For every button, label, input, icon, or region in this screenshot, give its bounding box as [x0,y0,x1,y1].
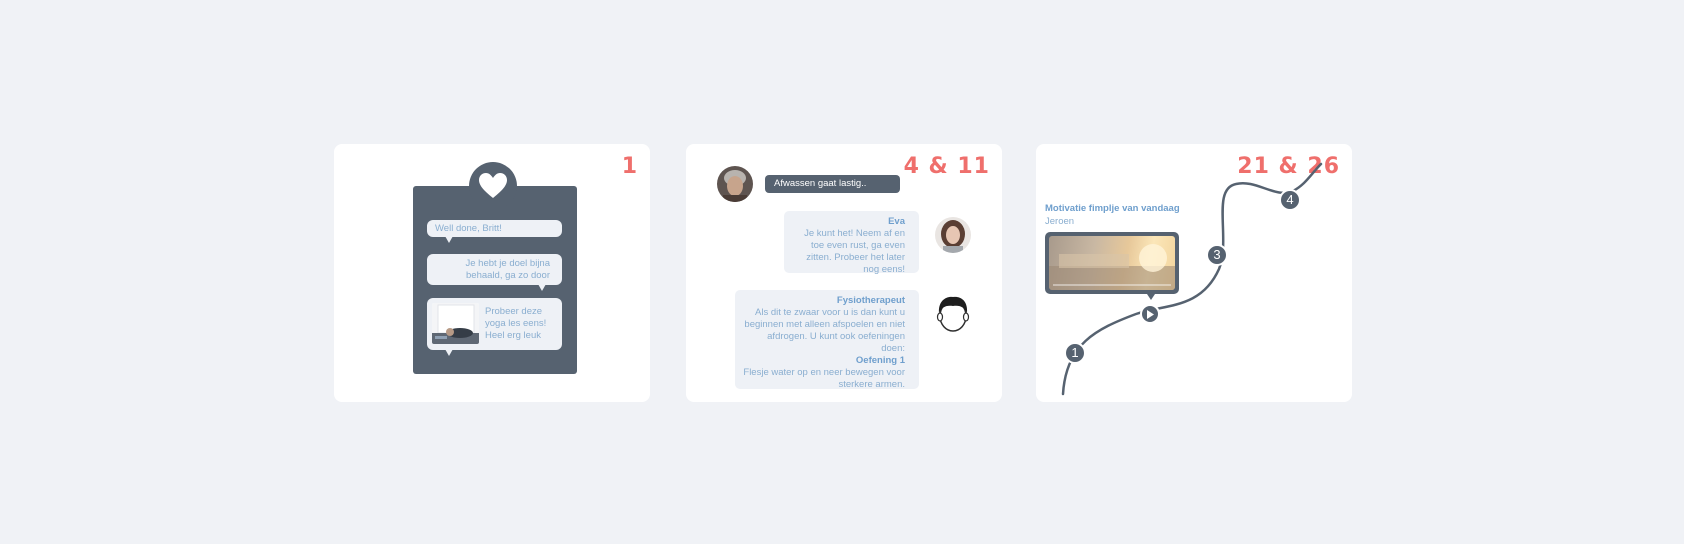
step-number: 1 [1071,345,1079,360]
path-step: 4 [1279,189,1301,211]
message-text: Well done, Britt! [435,223,502,234]
heart-badge [469,162,517,210]
step-number: 4 [1286,192,1294,207]
message-text: Probeer deze yoga les eens! Heel erg leu… [485,306,547,341]
card-chat: 4 & 11 Afwassen gaat lastig.. Eva Je kun… [686,144,1002,402]
step-number: 3 [1213,247,1221,262]
video-pointer [1147,294,1155,300]
video-title: Motivatie fimplje van vandaag [1045,203,1180,214]
user-message: Afwassen gaat lastig.. [765,175,900,193]
message-text: Als dit te zwaar voor u is dan kunt u be… [744,307,905,354]
play-icon [1147,309,1154,319]
card-number: 1 [621,154,638,179]
message-bubble: Probeer deze yoga les eens! Heel erg leu… [427,298,562,356]
therapist-avatar [934,295,972,333]
message-bubble: Je hebt je doel bijna behaald, ga zo doo… [427,254,562,291]
yoga-image [432,303,479,344]
sender-name: Eva [888,216,905,227]
fysio-message: Fysiotherapeut Als dit te zwaar voor u i… [735,290,919,390]
eva-message: Eva Je kunt het! Neem af en toe even rus… [784,211,919,275]
exercise-text: Flesje water op en neer bewegen voor ste… [743,367,905,390]
card-video-path: 21 & 26 Motivatie fimplje van vandaag Je… [1036,144,1352,402]
exercise-title: Oefening 1 [855,355,905,366]
message-text: Je kunt het! Neem af en toe even rust, g… [804,228,905,275]
path-step: 1 [1064,342,1086,364]
path-step: 3 [1206,244,1228,266]
video-author: Jeroen [1045,216,1075,227]
video-image [1049,236,1175,290]
eva-avatar [935,217,971,253]
user-avatar [717,166,753,202]
message-text: Je hebt je doel bijna behaald, ga zo doo… [465,258,550,281]
card-goal-progress: 1 Well done, Britt! Je hebt je doel bijn… [334,144,650,402]
video-thumbnail[interactable] [1045,232,1179,294]
play-button[interactable] [1140,304,1160,324]
heart-icon [479,173,507,198]
card-number: 4 & 11 [903,154,990,179]
sender-name: Fysiotherapeut [836,295,905,306]
message-bubble: Well done, Britt! [427,220,562,243]
